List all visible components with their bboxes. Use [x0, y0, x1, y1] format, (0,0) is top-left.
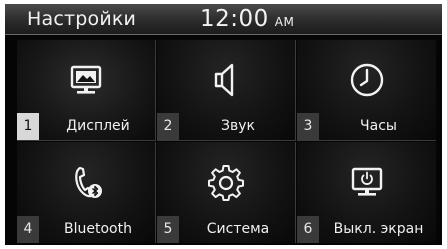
menu-item-number: 2: [157, 113, 179, 140]
speaker-icon: [206, 60, 246, 100]
clock-time: 12:00: [200, 6, 269, 32]
clock-ampm: AM: [274, 15, 295, 29]
menu-item-label: Выкл. экран: [333, 221, 424, 237]
bluetooth-phone-icon: [66, 162, 106, 202]
menu-item-number: 4: [17, 216, 39, 243]
menu-item-number: 6: [297, 216, 319, 243]
menu-item-number: 5: [157, 216, 179, 243]
menu-item-label: Bluetooth: [64, 221, 132, 237]
menu-item-bluetooth[interactable]: 4 Bluetooth: [17, 142, 156, 243]
header-bar: Настройки 12:00 AM: [5, 4, 442, 35]
clock-icon: [347, 60, 387, 100]
menu-item-number: 3: [297, 113, 319, 140]
menu-item-label: Часы: [360, 118, 397, 134]
menu-item-system[interactable]: 5 Система: [157, 142, 296, 243]
settings-screen: Настройки 12:00 AM 1 Дисплей 2 Звук 3 Ча…: [5, 4, 442, 245]
menu-item-clock[interactable]: 3 Часы: [297, 40, 436, 141]
menu-item-label: Дисплей: [66, 118, 130, 134]
page-title: Настройки: [27, 8, 137, 30]
gear-icon: [206, 162, 246, 202]
clock-display: 12:00 AM: [200, 5, 294, 36]
settings-menu-grid: 1 Дисплей 2 Звук 3 Часы 4 Bluetooth 5 Си…: [17, 40, 436, 243]
menu-item-label: Система: [206, 221, 270, 237]
display-icon: [66, 60, 106, 100]
menu-item-number: 1: [17, 113, 39, 140]
menu-item-label: Звук: [221, 118, 255, 134]
screen-off-icon: [347, 162, 387, 202]
menu-item-screen-off[interactable]: 6 Выкл. экран: [297, 142, 436, 243]
menu-item-sound[interactable]: 2 Звук: [157, 40, 296, 141]
menu-item-display[interactable]: 1 Дисплей: [17, 40, 156, 141]
